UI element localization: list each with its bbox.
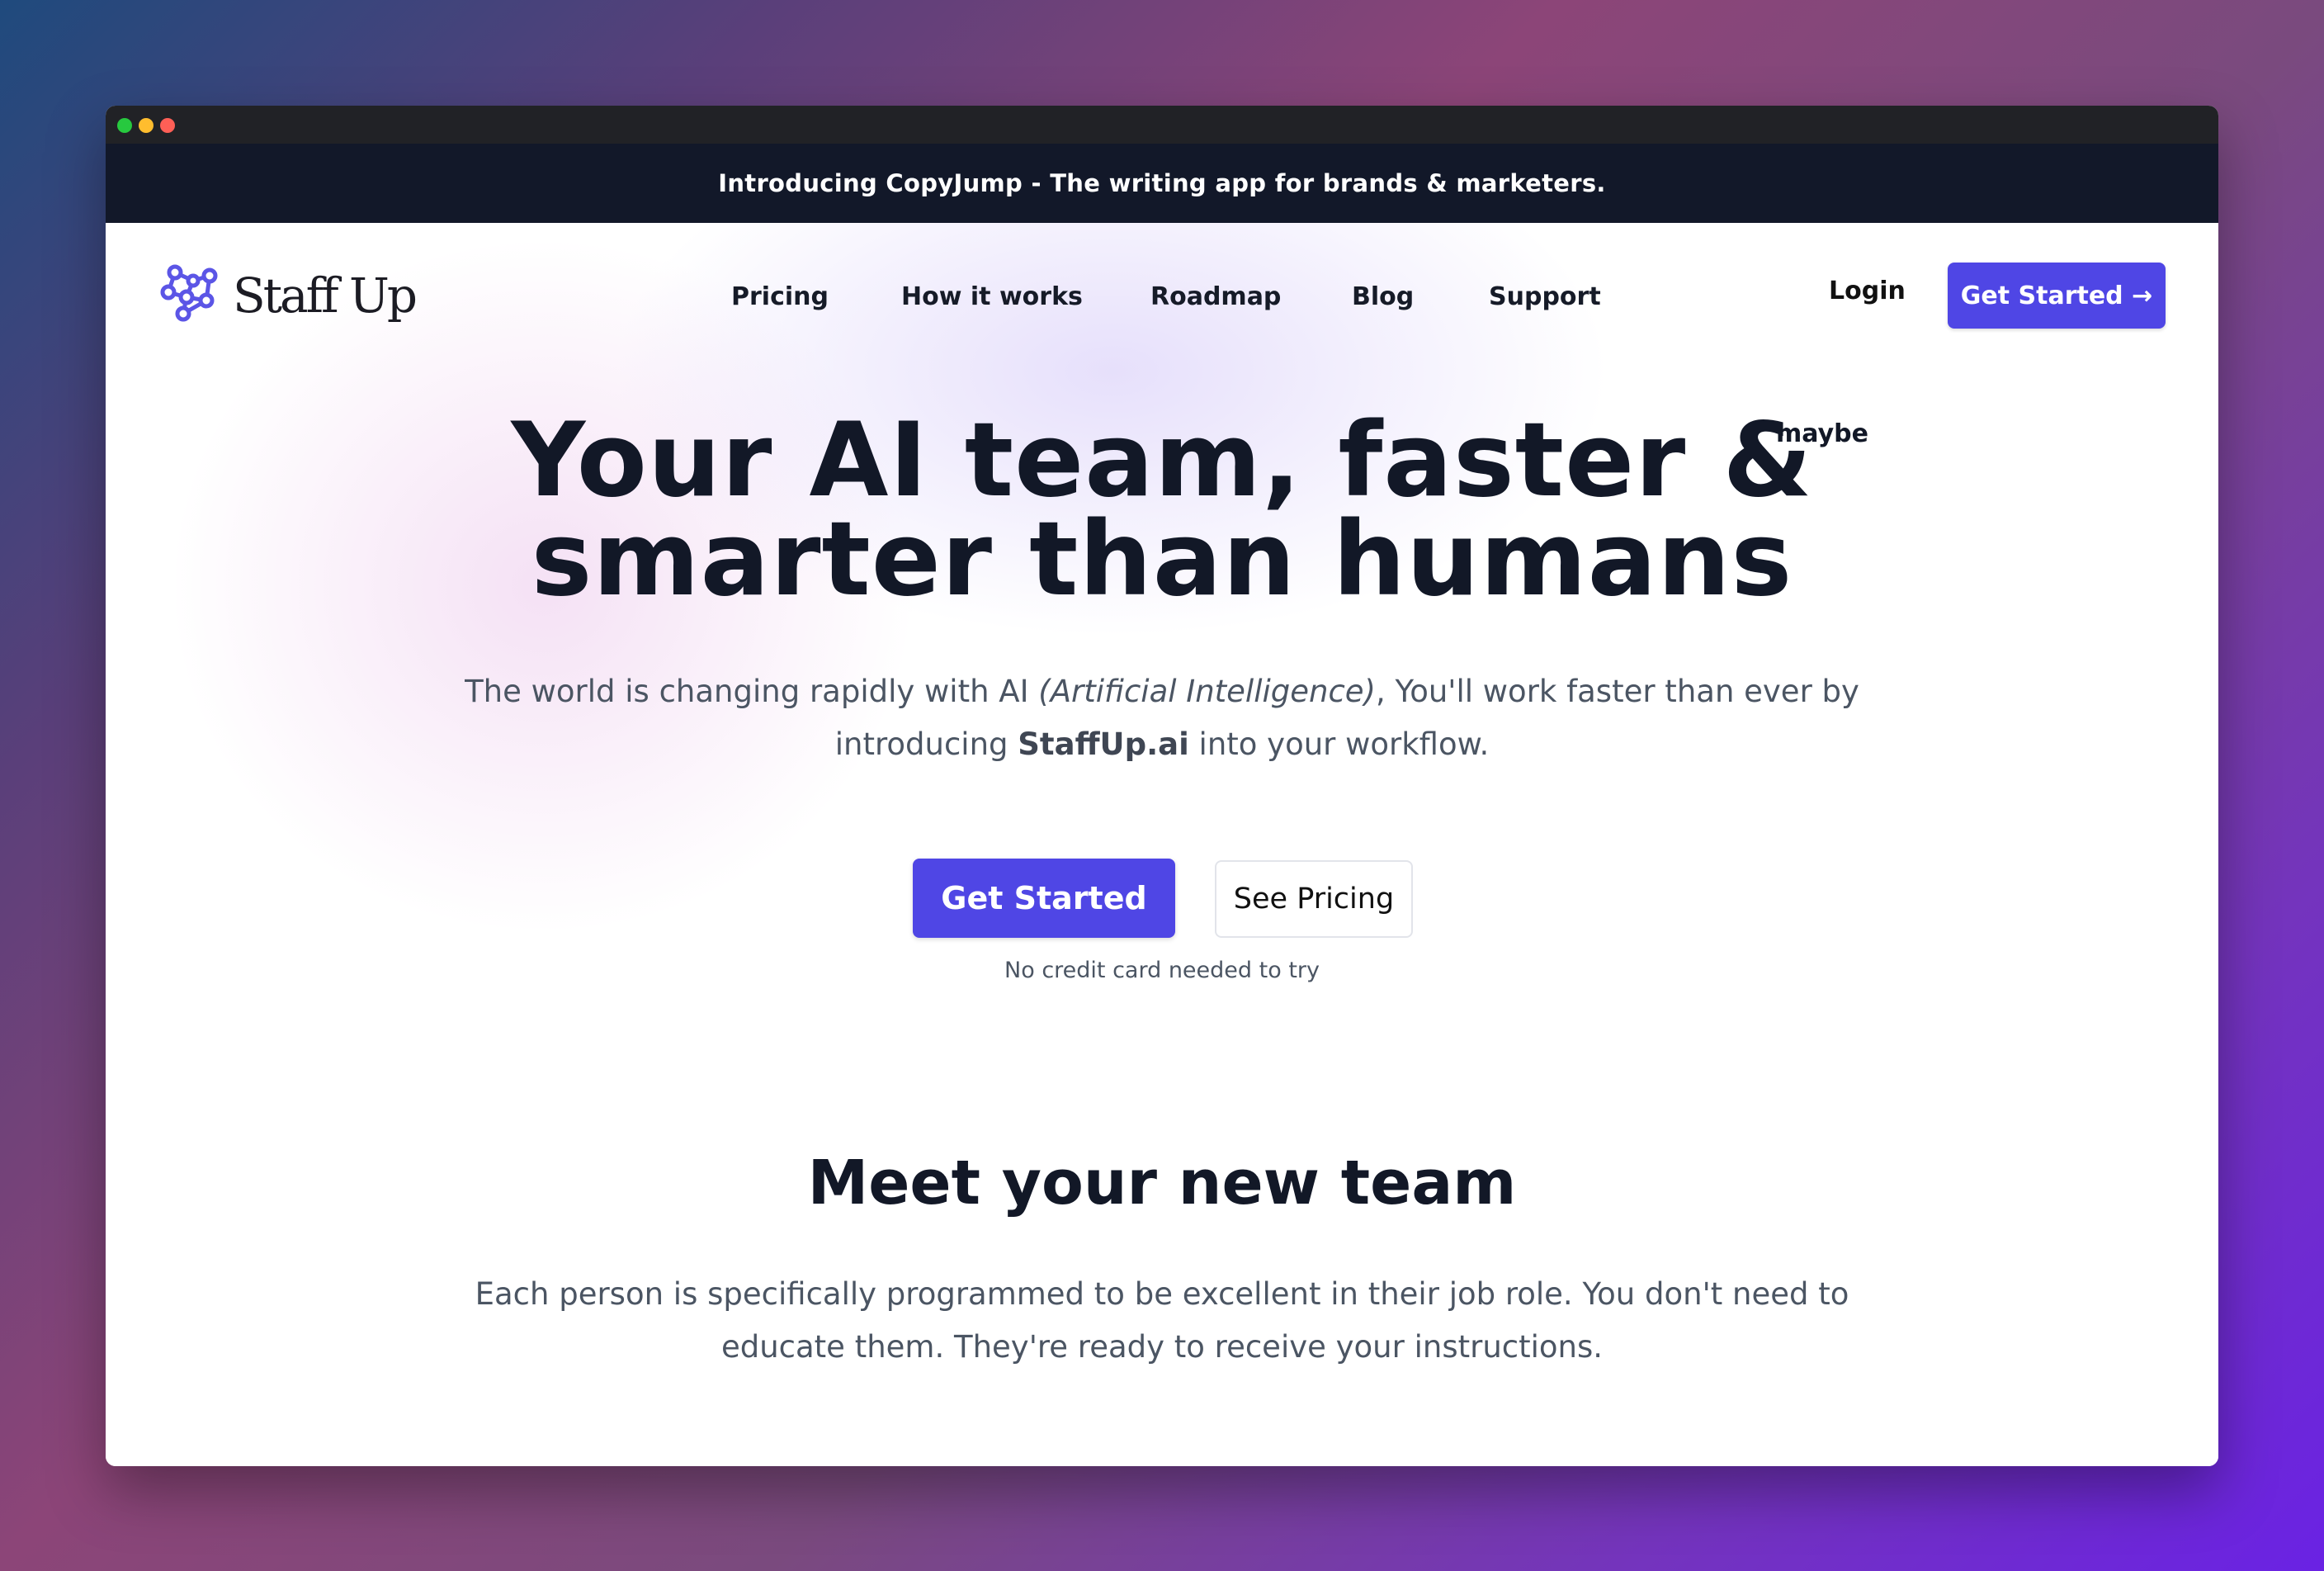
nav-link-pricing[interactable]: Pricing [731,282,829,311]
hero-title-line-2: smarter than humans [531,500,1793,619]
nav-get-started-label: Get Started → [1960,281,2153,310]
browser-window: Introducing CopyJump - The writing app f… [106,106,2218,1466]
login-link[interactable]: Login [1829,277,1906,305]
nav-link-roadmap[interactable]: Roadmap [1150,282,1281,311]
window-close-button[interactable] [160,118,175,133]
announcement-text[interactable]: Introducing CopyJump - The writing app f… [718,169,1605,197]
hero-subtitle-emphasis: (Artificial Intelligence) [1038,674,1376,709]
window-maximize-button[interactable] [117,118,132,133]
nav-link-how-it-works[interactable]: How it works [901,282,1083,311]
brand-name: Staff Up [233,267,418,324]
window-minimize-button[interactable] [139,118,154,133]
hero-title-line-1: Your AI team, faster & [511,401,1813,520]
see-pricing-button[interactable]: See Pricing [1215,860,1413,938]
announcement-bar[interactable]: Introducing CopyJump - The writing app f… [106,144,2218,223]
see-pricing-label: See Pricing [1233,883,1395,916]
top-navigation: Staff Up Pricing How it works Roadmap Bl… [106,223,2218,371]
nav-get-started-button[interactable]: Get Started → [1948,263,2166,329]
hero-subtitle-part-1: The world is changing rapidly with AI [465,674,1039,709]
team-section-description: Each person is specifically programmed t… [475,1276,1849,1365]
nav-link-support[interactable]: Support [1489,282,1601,311]
hero-subtitle: The world is changing rapidly with AI (A… [461,665,1863,771]
hero-get-started-label: Get Started [941,880,1147,916]
hero-get-started-button[interactable]: Get Started [913,859,1175,938]
team-section-title: Meet your new team [807,1147,1517,1218]
hero-maybe-annotation: maybe [1776,419,1868,448]
landing-page: Staff Up Pricing How it works Roadmap Bl… [106,223,2218,1466]
hero-title: Your AI team, faster & smarter than huma… [106,401,2218,619]
hero-subtitle-brand: StaffUp.ai [1018,726,1189,762]
hero-subtitle-part-3: into your workflow. [1188,726,1490,762]
brand-logo[interactable]: Staff Up [158,263,418,329]
window-titlebar [106,106,2218,144]
nav-link-blog[interactable]: Blog [1352,282,1414,311]
network-molecule-icon [158,263,221,329]
no-credit-card-note: No credit card needed to try [1004,958,1320,983]
